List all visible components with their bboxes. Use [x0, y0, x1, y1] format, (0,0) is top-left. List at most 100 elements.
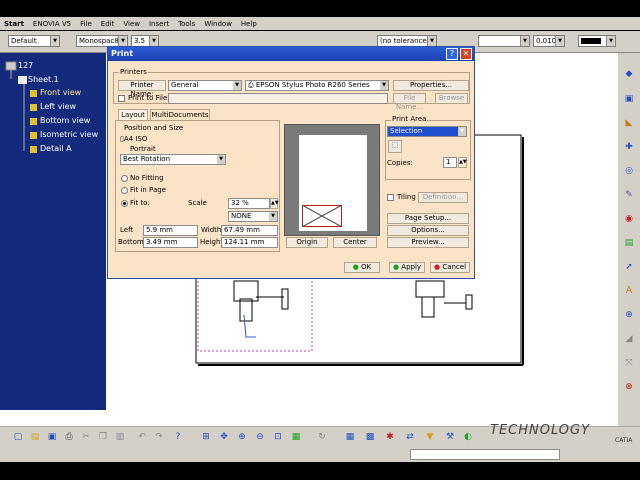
symbol-tool-icon[interactable]: ◉ — [623, 213, 635, 225]
tree-front-view[interactable]: Front view — [40, 88, 81, 97]
precision-combo[interactable]: 0.010 ▼ — [533, 35, 565, 47]
tools-icon[interactable]: ⚒ — [444, 431, 456, 443]
origin-button[interactable]: Origin — [286, 237, 328, 248]
menu-enovia[interactable]: ENOVIA V5 — [33, 20, 71, 28]
tiling-definition-button[interactable]: Definition... — [418, 192, 468, 203]
help-icon[interactable]: ? — [446, 48, 458, 60]
scale-input[interactable]: 32 % — [228, 198, 270, 209]
constraint-tool-icon[interactable]: ⊗ — [623, 381, 635, 393]
menu-tools[interactable]: Tools — [178, 20, 195, 28]
no-fitting-radio[interactable] — [121, 175, 128, 182]
section-tool-icon[interactable]: ✚ — [623, 141, 635, 153]
area-select-icon[interactable]: ⬚ — [388, 140, 402, 153]
scale-spinner[interactable]: ▲▼ — [270, 198, 279, 209]
arrow-tool-icon[interactable]: ➚ — [623, 261, 635, 273]
tab-multidocuments[interactable]: MultiDocuments — [150, 109, 210, 120]
fit-to-radio[interactable] — [121, 200, 128, 207]
printer-name-button[interactable]: Printer Name: — [118, 80, 166, 98]
zoom-area-icon[interactable]: ⊡ — [272, 431, 284, 443]
cut-icon[interactable]: ✂ — [80, 431, 92, 443]
style-combo[interactable]: Default ▼ — [8, 35, 60, 47]
text-tool-icon[interactable]: Ａ — [623, 285, 635, 297]
close-icon[interactable]: ✕ — [460, 48, 472, 60]
cancel-button[interactable]: ● Cancel — [430, 262, 470, 273]
color-combo[interactable]: ▼ — [578, 35, 616, 47]
preview-button[interactable]: Preview... — [387, 237, 469, 248]
bottom-input[interactable]: 3.49 mm — [143, 237, 198, 248]
analysis-icon[interactable]: ✱ — [384, 431, 396, 443]
tiling-checkbox[interactable] — [387, 194, 394, 201]
print-preview — [284, 124, 380, 236]
scale-option-select[interactable]: NONE ▼ — [228, 211, 278, 222]
tree-bottom-view[interactable]: Bottom view — [40, 116, 90, 125]
command-input[interactable] — [410, 449, 560, 460]
annotation-tool-icon[interactable]: ✎ — [623, 189, 635, 201]
start-button[interactable]: Start — [4, 20, 24, 28]
tree-isometric-view[interactable]: Isometric view — [40, 130, 98, 139]
drawing-tool-icon[interactable]: ◆ — [623, 68, 635, 80]
fit-all-icon[interactable]: ⊞ — [200, 431, 212, 443]
print-icon[interactable]: ⎙ — [63, 431, 75, 443]
zoom-out-icon[interactable]: ⊖ — [254, 431, 266, 443]
menu-file[interactable]: File — [80, 20, 92, 28]
rotation-value: Best Rotation — [123, 155, 171, 163]
printer-name-select[interactable]: General ▼ — [168, 80, 242, 91]
zoom-in-icon[interactable]: ⊕ — [236, 431, 248, 443]
options-button[interactable]: Options... — [387, 225, 469, 236]
print-to-file-checkbox[interactable] — [118, 95, 125, 102]
menu-help[interactable]: Help — [241, 20, 257, 28]
geometry-tool-icon[interactable]: ◢ — [623, 333, 635, 345]
browse-button[interactable]: Browse — [435, 93, 468, 104]
apply-button[interactable]: ● Apply — [389, 262, 425, 273]
table-tool-icon[interactable]: ▤ — [623, 237, 635, 249]
tab-layout[interactable]: Layout — [118, 109, 148, 120]
height-input[interactable]: 124.11 mm — [221, 237, 278, 248]
normal-view-icon[interactable]: ▦ — [290, 431, 302, 443]
detail-tool-icon[interactable]: ◎ — [623, 165, 635, 177]
paste-icon[interactable]: ▥ — [114, 431, 126, 443]
properties-button[interactable]: Properties... — [393, 80, 469, 91]
printer-icon: ⎙ — [248, 81, 256, 89]
file-path-field[interactable] — [168, 93, 388, 104]
redo-icon[interactable]: ↷ — [153, 431, 165, 443]
pan-icon[interactable]: ✥ — [218, 431, 230, 443]
refresh-icon[interactable]: ↻ — [316, 431, 328, 443]
menu-edit[interactable]: Edit — [101, 20, 115, 28]
view-tool-icon[interactable]: ▣ — [623, 93, 635, 105]
menu-view[interactable]: View — [123, 20, 140, 28]
file-name-button[interactable]: File Name... — [393, 93, 426, 111]
ok-button[interactable]: ● OK — [344, 262, 380, 273]
copies-input[interactable]: 1 — [443, 157, 457, 168]
hide-show-icon[interactable]: ◐ — [462, 431, 474, 443]
dimension-tool-icon[interactable]: ◣ — [623, 117, 635, 129]
filter-icon[interactable]: ▼ — [424, 431, 436, 443]
fit-in-page-radio[interactable] — [121, 187, 128, 194]
printer-model-select[interactable]: ⎙ EPSON Stylus Photo R260 Series ▼ — [245, 80, 389, 91]
tree-left-view[interactable]: Left view — [40, 102, 76, 111]
page-setup-button[interactable]: Page Setup... — [387, 213, 469, 224]
save-icon[interactable]: ▣ — [46, 431, 58, 443]
copies-value: 1 — [446, 158, 451, 166]
tolerance-values-combo[interactable]: ▼ — [478, 35, 530, 47]
rotation-select[interactable]: Best Rotation ▼ — [120, 154, 226, 165]
copies-spinner[interactable]: ▲▼ — [458, 157, 467, 168]
undo-icon[interactable]: ↶ — [136, 431, 148, 443]
ok-icon: ● — [352, 263, 362, 271]
menu-insert[interactable]: Insert — [149, 20, 169, 28]
width-input[interactable]: 67.49 mm — [221, 225, 278, 236]
open-icon[interactable]: ▤ — [29, 431, 41, 443]
print-area-select[interactable]: Selection ▼ — [387, 126, 467, 137]
chevron-down-icon: ▼ — [269, 212, 277, 221]
copy-icon[interactable]: ❐ — [97, 431, 109, 443]
center-button[interactable]: Center — [333, 237, 377, 248]
swap-icon[interactable]: ⇄ — [404, 431, 416, 443]
new-icon[interactable]: ▢ — [12, 431, 24, 443]
transform-tool-icon[interactable]: ⤧ — [623, 357, 635, 369]
menu-window[interactable]: Window — [204, 20, 232, 28]
left-input[interactable]: 5.9 mm — [143, 225, 198, 236]
tree-detail-a[interactable]: Detail A — [40, 144, 72, 153]
grid-icon[interactable]: ▦ — [344, 431, 356, 443]
snap-icon[interactable]: ▩ — [364, 431, 376, 443]
whats-this-icon[interactable]: ? — [172, 431, 184, 443]
dress-up-tool-icon[interactable]: ⊕ — [623, 309, 635, 321]
